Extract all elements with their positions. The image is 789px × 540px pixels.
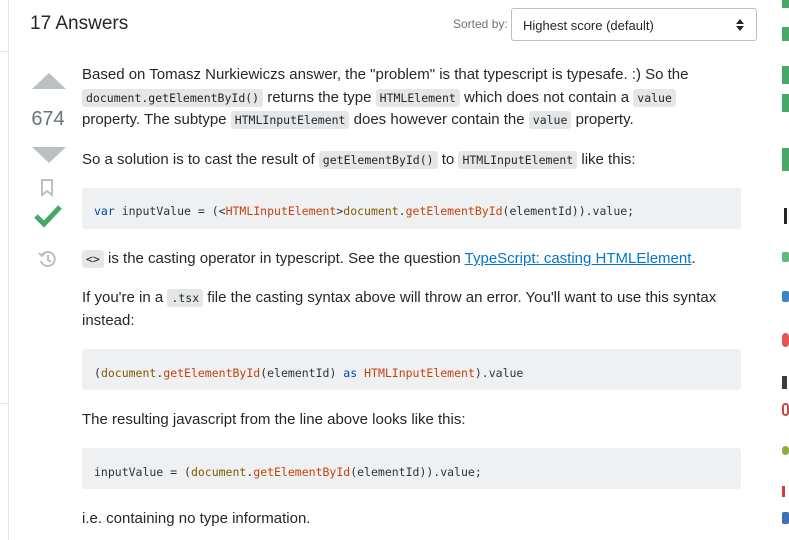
code-token: ( [94, 366, 101, 380]
inline-code: HTMLInputElement [230, 111, 350, 129]
site-icon[interactable] [782, 446, 789, 455]
right-sidebar-edge [778, 0, 789, 540]
history-icon[interactable] [38, 250, 56, 268]
code-token: getElementById [253, 465, 351, 479]
code-token: var [94, 204, 115, 218]
code-token: getElementById [163, 366, 261, 380]
sidebar-marker [782, 148, 789, 171]
text-segment: is the casting operator in typescript. S… [103, 250, 465, 267]
sidebar-heading-fragment [784, 208, 787, 224]
site-icon[interactable] [782, 291, 789, 302]
text-segment: property. The subtype [82, 111, 231, 128]
inline-code: HTMLElement [375, 88, 460, 107]
code-token: document [100, 366, 157, 380]
select-arrows-icon [736, 19, 744, 31]
code-token: HTMLInputElement [364, 366, 475, 380]
answer-paragraph: So a solution is to cast the result of g… [82, 149, 742, 172]
left-divider [0, 51, 8, 52]
code-token: HTMLInputElement [225, 204, 337, 218]
text-segment: If you're in a [82, 289, 168, 306]
inline-code: .tsx [167, 289, 204, 307]
code-token: . [398, 204, 406, 218]
code-token: as [343, 366, 358, 380]
sidebar-marker [782, 66, 789, 84]
site-icon[interactable] [782, 486, 785, 497]
text-segment: property. [571, 111, 634, 128]
answer-paragraph: <> is the casting operator in typescript… [82, 248, 742, 271]
code-token: document [343, 204, 399, 218]
sort-select[interactable]: Highest score (default) [511, 8, 757, 41]
text-segment: like this: [577, 151, 636, 168]
sidebar-marker [782, 27, 789, 41]
sort-select-value: Highest score (default) [523, 18, 654, 33]
inline-code: getElementById() [318, 151, 438, 169]
code-block: (document.getElementById(elementId) as H… [82, 349, 741, 390]
site-icon[interactable] [782, 376, 787, 389]
text-segment: to [437, 151, 459, 168]
answer-paragraph: i.e. containing no type information. [82, 510, 311, 527]
site-icon[interactable] [782, 403, 789, 416]
answer-paragraph: The resulting javascript from the line a… [82, 411, 466, 428]
text-segment: does however contain the [349, 111, 529, 128]
answer-paragraph: If you're in a .tsx file the casting syn… [82, 287, 742, 332]
code-block: inputValue = (document.getElementById(el… [82, 448, 741, 489]
code-block: var inputValue = (<HTMLInputElement>docu… [82, 188, 741, 229]
sorted-by-label: Sorted by: [453, 17, 508, 31]
left-divider [0, 403, 8, 404]
text-segment: So a solution is to cast the result of [82, 151, 319, 168]
text-segment: returns the type [263, 88, 376, 106]
vote-count: 674 [31, 108, 65, 130]
code-token: document [190, 465, 247, 479]
text-segment: Based on Tomasz Nurkiewiczs answer, the … [82, 66, 689, 83]
code-token: (elementId) [260, 366, 344, 380]
inline-code: <> [82, 250, 104, 268]
text-segment: which does not contain a [459, 88, 634, 106]
code-token: ).value [474, 366, 524, 380]
question-link[interactable]: TypeScript: casting HTMLElement [465, 250, 692, 267]
text-segment: file the casting syntax above will throw… [203, 289, 717, 306]
answer-paragraph: Based on Tomasz Nurkiewiczs answer, the … [82, 64, 742, 132]
sidebar-marker [782, 0, 789, 8]
site-icon[interactable] [782, 512, 789, 524]
inline-code: document.getElementById() [82, 88, 264, 107]
site-icon[interactable] [782, 252, 789, 262]
accepted-check-icon [34, 205, 62, 228]
code-token: getElementById [405, 204, 503, 218]
upvote-arrow-icon[interactable] [32, 73, 66, 89]
text-segment: instead: [82, 311, 135, 329]
code-token: (elementId)).value; [350, 465, 482, 479]
inline-code: value [528, 111, 572, 129]
sidebar-marker [782, 94, 789, 112]
code-token: inputValue = (< [114, 204, 226, 218]
inline-code: HTMLInputElement [458, 151, 578, 169]
text-segment: . [691, 250, 696, 267]
site-icon[interactable] [782, 333, 789, 347]
code-token: (elementId)).value; [502, 204, 635, 218]
content-left-border [8, 0, 9, 540]
downvote-arrow-icon[interactable] [32, 147, 66, 163]
bookmark-icon[interactable] [40, 179, 54, 197]
answers-count-heading: 17 Answers [30, 13, 129, 34]
inline-code: value [633, 88, 676, 107]
code-token: inputValue = ( [94, 465, 191, 479]
